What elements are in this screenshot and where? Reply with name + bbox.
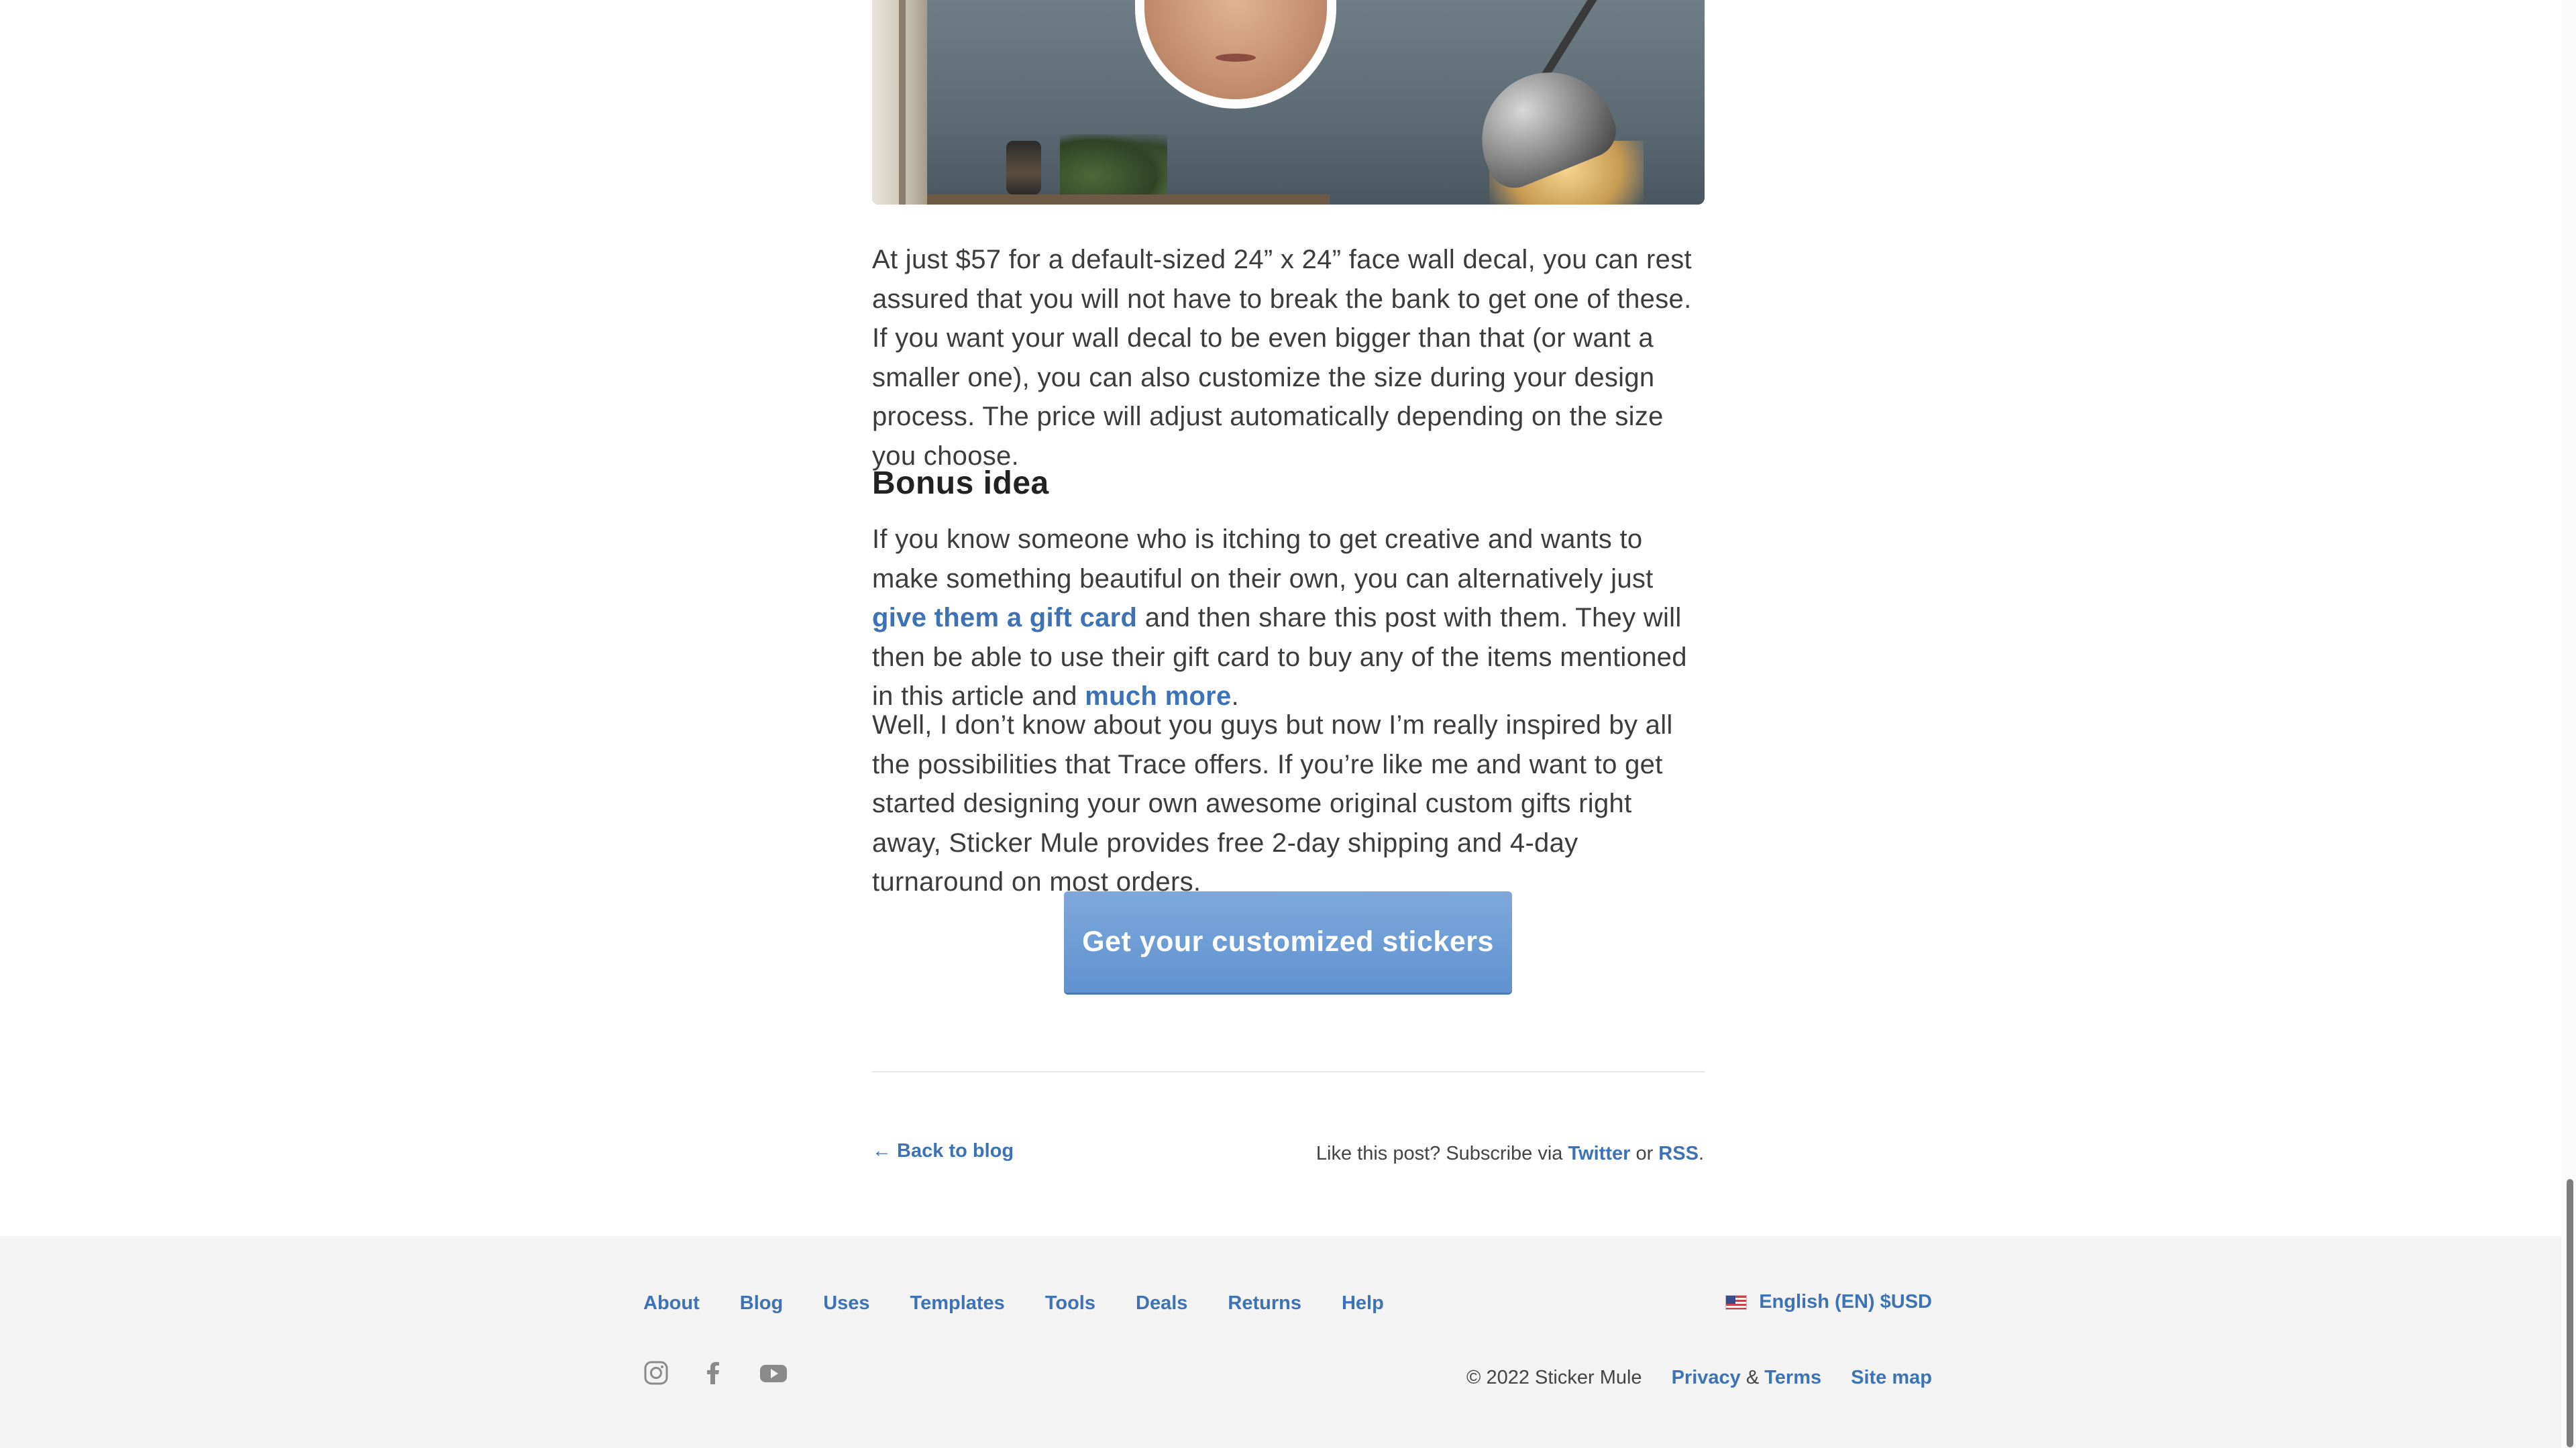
footer-link-uses[interactable]: Uses: [823, 1292, 869, 1315]
site-footer: About Blog Uses Templates Tools Deals Re…: [0, 1236, 2576, 1448]
footer-link-about[interactable]: About: [643, 1292, 700, 1315]
lantern: [1006, 141, 1041, 194]
gift-card-link[interactable]: give them a gift card: [872, 603, 1137, 632]
paragraph-closing: Well, I don’t know about you guys but no…: [872, 710, 1673, 897]
language-selector[interactable]: English (EN) $USD: [1725, 1291, 1932, 1313]
us-flag-icon: [1725, 1294, 1748, 1310]
site-map-link[interactable]: Site map: [1851, 1367, 1932, 1388]
privacy-link[interactable]: Privacy: [1672, 1367, 1741, 1388]
rss-link[interactable]: RSS: [1658, 1143, 1699, 1164]
social-links: [643, 1360, 820, 1389]
paragraph-bonus-text-1: If you know someone who is itching to ge…: [872, 524, 1654, 594]
article-hero-image: [872, 0, 1705, 205]
window-frame: [872, 0, 927, 205]
facebook-icon[interactable]: [701, 1360, 727, 1389]
terms-link[interactable]: Terms: [1764, 1367, 1821, 1388]
page-scrollbar[interactable]: [2561, 0, 2576, 1448]
twitter-link[interactable]: Twitter: [1568, 1143, 1630, 1164]
copyright: © 2022 Sticker Mule: [1466, 1367, 1642, 1388]
instagram-icon[interactable]: [643, 1360, 669, 1389]
scrollbar-thumb[interactable]: [2567, 1179, 2573, 1447]
legal-line: © 2022 Sticker Mule Privacy & Terms Site m…: [1466, 1367, 1932, 1389]
subscribe-period: .: [1698, 1143, 1704, 1164]
footer-link-returns[interactable]: Returns: [1228, 1292, 1301, 1315]
get-customized-stickers-button[interactable]: Get your customized stickers: [1064, 891, 1512, 993]
footer-nav: About Blog Uses Templates Tools Deals Re…: [643, 1292, 1424, 1315]
footer-link-tools[interactable]: Tools: [1045, 1292, 1095, 1315]
divider: [872, 1071, 1705, 1072]
subscribe-or: or: [1630, 1143, 1659, 1164]
face-wall-decal: [1135, 0, 1336, 109]
shelf: [927, 194, 1330, 205]
heading-bonus-idea: Bonus idea: [872, 465, 1049, 501]
legal-amp: &: [1740, 1367, 1765, 1388]
subscribe-line: Like this post? Subscribe via Twitter or…: [1316, 1143, 1704, 1165]
paragraph-price: At just $57 for a default-sized 24” x 24…: [872, 245, 1692, 471]
youtube-icon[interactable]: [759, 1360, 788, 1389]
language-label: English (EN) $USD: [1759, 1291, 1932, 1313]
back-to-blog-link[interactable]: ← Back to blog: [872, 1140, 1014, 1162]
footer-link-templates[interactable]: Templates: [910, 1292, 1005, 1315]
footer-link-help[interactable]: Help: [1342, 1292, 1384, 1315]
footer-link-blog[interactable]: Blog: [740, 1292, 783, 1315]
footer-link-deals[interactable]: Deals: [1136, 1292, 1187, 1315]
subscribe-text: Like this post? Subscribe via: [1316, 1143, 1568, 1164]
paragraph-bonus: If you know someone who is itching to ge…: [872, 520, 1707, 716]
